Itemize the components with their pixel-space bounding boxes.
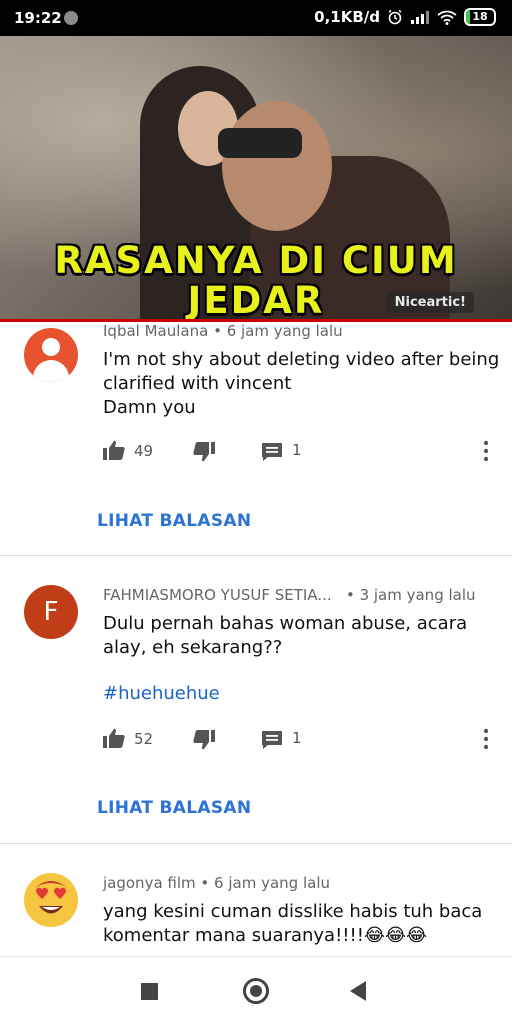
comment-time: 6 jam yang lalu (226, 322, 343, 340)
reply-comment-icon[interactable] (261, 442, 283, 462)
back-icon[interactable] (350, 981, 366, 1001)
comment-divider (0, 843, 512, 844)
comment-text-line: I'm not shy about deleting video after b… (103, 349, 500, 370)
like-count: 52 (134, 730, 154, 748)
video-title-line-1: RASANYA DI CIUM (54, 239, 458, 282)
comment-meta: jagonya film • 6 jam yang lalu (103, 874, 330, 892)
comment-author[interactable]: Iqbal Maulana (103, 322, 208, 340)
heart-eyes-emoji-avatar[interactable] (24, 873, 78, 927)
thumbs-down-icon[interactable] (193, 442, 215, 462)
wifi-icon (437, 10, 457, 25)
comment-meta: Iqbal Maulana • 6 jam yang lalu (103, 322, 343, 340)
comment-actions: 52 1 (103, 728, 498, 752)
comment-hashtag-link[interactable]: #huehuehue (103, 683, 220, 704)
signal-icon (411, 11, 429, 24)
comment-text-line: komentar mana suaranya!!!!😂😂😂 (103, 925, 428, 946)
video-watermark: Niceartic! (386, 292, 474, 313)
network-speed: 0,1KB/d (314, 8, 380, 26)
like-count: 49 (134, 442, 154, 460)
status-icons: 0,1KB/d 18 (314, 8, 496, 26)
comment-text-line: clarified with vincent (103, 373, 292, 394)
comment-text: I'm not shy about deleting video after b… (103, 348, 499, 420)
comment-text: yang kesini cuman disslike habis tuh bac… (103, 900, 482, 948)
more-options-icon[interactable] (478, 440, 494, 462)
thumbs-down-icon[interactable] (193, 730, 215, 750)
comment-meta: FAHMIASMORO YUSUF SETIA... • 3 jam yang … (103, 586, 476, 604)
alarm-icon (388, 9, 402, 25)
battery-icon: 18 (464, 8, 496, 26)
comment-text-line: Damn you (103, 397, 196, 418)
battery-level: 18 (472, 10, 488, 23)
reply-count: 1 (292, 441, 302, 459)
comment-actions: 49 1 (103, 440, 498, 464)
thumbs-up-icon[interactable] (103, 728, 125, 748)
comment-text-line: yang kesini cuman disslike habis tuh bac… (103, 901, 483, 922)
system-navigation-bar (0, 956, 512, 1025)
comment-divider (0, 555, 512, 556)
status-bar: 19:22 0,1KB/d 18 (0, 0, 512, 36)
status-time: 19:22 (14, 9, 62, 27)
comment-text: Dulu pernah bahas woman abuse, acara ala… (103, 612, 467, 660)
heart-eyes-emoji-icon (25, 874, 77, 926)
default-avatar-icon[interactable] (24, 328, 78, 382)
recent-apps-icon[interactable] (141, 983, 158, 1000)
more-options-icon[interactable] (478, 728, 494, 750)
reply-comment-icon[interactable] (261, 730, 283, 750)
video-sunglasses (218, 128, 302, 158)
thumbs-up-icon[interactable] (103, 440, 125, 460)
author-avatar[interactable]: F (24, 585, 78, 639)
view-replies-button[interactable]: LIHAT BALASAN (97, 798, 251, 818)
comment-author[interactable]: FAHMIASMORO YUSUF SETIA... (103, 586, 332, 604)
home-icon[interactable] (243, 978, 269, 1004)
comment-text-line: alay, eh sekarang?? (103, 637, 283, 658)
video-player[interactable]: RASANYA DI CIUM JEDAR Niceartic! (0, 36, 512, 322)
video-person-man-head (222, 101, 332, 231)
comment-time: 3 jam yang lalu (359, 586, 476, 604)
notification-dot-icon (64, 11, 78, 25)
reply-count: 1 (292, 729, 302, 747)
view-replies-button[interactable]: LIHAT BALASAN (97, 511, 251, 531)
comment-text-line: Dulu pernah bahas woman abuse, acara (103, 613, 468, 634)
comment-author[interactable]: jagonya film (103, 874, 196, 892)
comment-time: 6 jam yang lalu (214, 874, 330, 892)
